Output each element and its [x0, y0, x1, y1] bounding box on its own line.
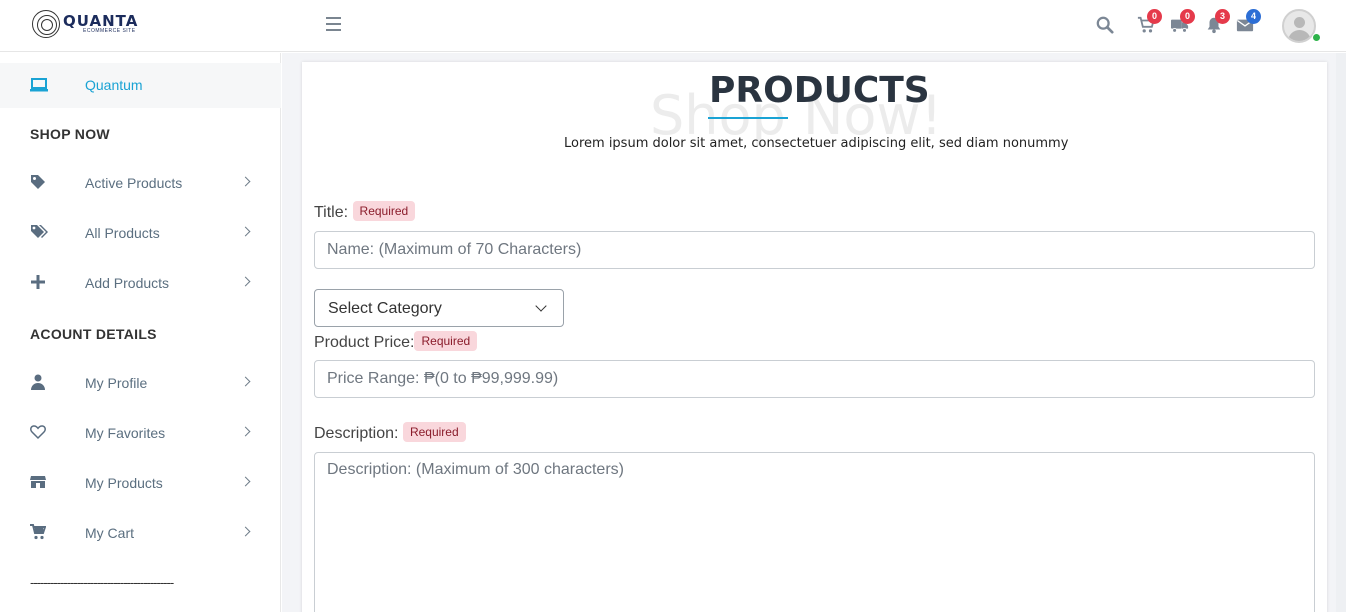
- tag-icon: [30, 174, 46, 190]
- delivery-badge: 0: [1180, 9, 1195, 24]
- required-badge: Required: [352, 201, 416, 221]
- chevron-right-icon: [240, 226, 251, 237]
- sidebar-item-label: All Products: [85, 225, 160, 241]
- required-badge: Required: [402, 422, 466, 442]
- user-icon: [30, 374, 46, 390]
- section-shop-now: SHOP NOW: [30, 126, 110, 142]
- sidebar-item-label: My Products: [85, 475, 163, 491]
- chevron-right-icon: [240, 176, 251, 187]
- top-navbar: QUANTA ECOMMERCE SITE 0 0 3 4: [0, 0, 1346, 52]
- notifications-badge: 3: [1215, 9, 1230, 24]
- sidebar-brand[interactable]: Quantum: [0, 63, 281, 108]
- chevron-right-icon: [240, 476, 251, 487]
- scrollbar[interactable]: [1336, 53, 1346, 612]
- description-field-label: Description: Required: [314, 422, 466, 443]
- plus-icon: [30, 274, 46, 290]
- sidebar-item-active-products[interactable]: Active Products: [0, 163, 281, 203]
- title-underline: [708, 117, 788, 119]
- menu-toggle-icon[interactable]: [326, 17, 341, 35]
- delivery-nav-button[interactable]: 0: [1170, 9, 1195, 36]
- laptop-icon: [30, 77, 48, 93]
- price-label-text: Product Price:: [314, 334, 415, 351]
- online-status-indicator: [1312, 33, 1321, 42]
- sidebar-item-my-cart[interactable]: My Cart: [0, 513, 281, 553]
- chevron-right-icon: [240, 276, 251, 287]
- price-input[interactable]: [314, 360, 1315, 398]
- title-field-label: Title: Required: [314, 201, 416, 222]
- sidebar-item-my-products[interactable]: My Products: [0, 463, 281, 503]
- messages-badge: 4: [1246, 9, 1261, 24]
- title-input[interactable]: [314, 231, 1315, 269]
- cart-nav-button[interactable]: 0: [1137, 9, 1162, 36]
- sidebar-brand-label: Quantum: [85, 77, 143, 93]
- page-subtitle: Lorem ipsum dolor sit amet, consectetuer…: [564, 136, 1069, 151]
- sidebar: Quantum SHOP NOW Active Products All Pro…: [0, 53, 281, 612]
- logo-name: QUANTA: [63, 12, 139, 30]
- cart-badge: 0: [1147, 9, 1162, 24]
- avatar[interactable]: [1282, 9, 1316, 43]
- section-account-details: ACOUNT DETAILS: [30, 326, 157, 342]
- sidebar-item-label: My Cart: [85, 525, 134, 541]
- category-select-value: Select Category: [328, 300, 442, 317]
- store-icon: [30, 474, 46, 490]
- notifications-nav-button[interactable]: 3: [1205, 9, 1230, 36]
- required-badge: Required: [414, 331, 478, 351]
- sidebar-item-my-profile[interactable]: My Profile: [0, 363, 281, 403]
- chevron-right-icon: [240, 426, 251, 437]
- logo-mark-icon: [32, 10, 60, 38]
- tags-icon: [30, 224, 48, 240]
- category-select[interactable]: Select Category: [314, 289, 564, 327]
- sidebar-item-my-favorites[interactable]: My Favorites: [0, 413, 281, 453]
- chevron-right-icon: [240, 526, 251, 537]
- page-title: PRODUCTS: [709, 70, 930, 111]
- price-field-label: Product Price: Required: [314, 331, 478, 352]
- description-textarea[interactable]: [314, 452, 1315, 612]
- description-label-text: Description:: [314, 425, 399, 442]
- title-label-text: Title:: [314, 204, 349, 221]
- sidebar-divider: ----------------------------------------…: [30, 575, 174, 590]
- site-logo[interactable]: QUANTA ECOMMERCE SITE: [32, 10, 138, 38]
- sidebar-item-label: Active Products: [85, 175, 183, 191]
- sidebar-item-label: My Profile: [85, 375, 148, 391]
- cart-icon: [30, 524, 47, 540]
- sidebar-item-all-products[interactable]: All Products: [0, 213, 281, 253]
- chevron-down-icon: [535, 300, 547, 312]
- sidebar-item-label: Add Products: [85, 275, 170, 291]
- sidebar-item-label: My Favorites: [85, 425, 166, 441]
- messages-nav-button[interactable]: 4: [1236, 9, 1261, 36]
- logo-subtitle: ECOMMERCE SITE: [83, 28, 136, 34]
- chevron-right-icon: [240, 376, 251, 387]
- search-icon[interactable]: [1096, 16, 1116, 36]
- sidebar-item-add-products[interactable]: Add Products: [0, 263, 281, 303]
- heart-icon: [30, 424, 46, 440]
